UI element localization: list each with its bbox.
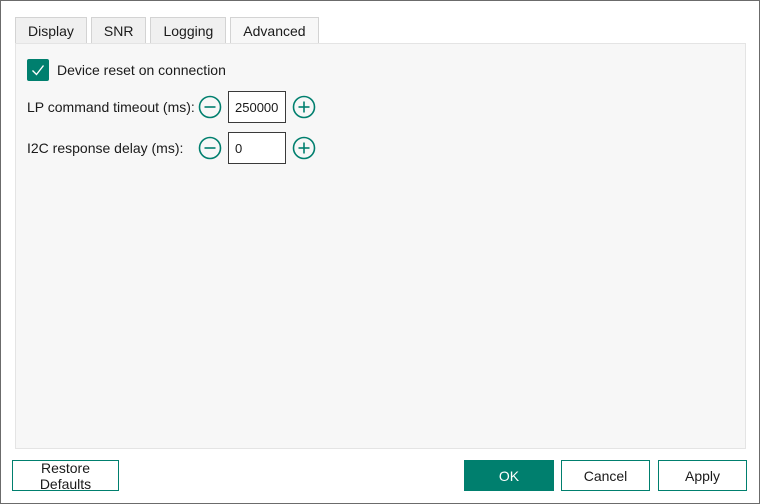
tab-display[interactable]: Display — [15, 17, 87, 43]
i2c-delay-row: I2C response delay (ms): — [27, 132, 316, 164]
lp-timeout-decrement-button[interactable] — [198, 95, 222, 119]
device-reset-row[interactable]: Device reset on connection — [27, 59, 226, 81]
tab-snr[interactable]: SNR — [90, 17, 147, 43]
minus-circle-icon — [198, 95, 222, 119]
restore-defaults-button[interactable]: Restore Defaults — [12, 460, 119, 492]
tab-bar: Display SNR Logging Advanced — [15, 17, 319, 44]
plus-circle-icon — [292, 95, 316, 119]
tab-advanced[interactable]: Advanced — [230, 17, 319, 44]
i2c-delay-stepper — [198, 132, 316, 164]
settings-dialog: Display SNR Logging Advanced Device rese… — [0, 0, 760, 504]
advanced-panel: Device reset on connection LP command ti… — [15, 43, 746, 449]
i2c-delay-input[interactable] — [228, 132, 286, 164]
i2c-delay-increment-button[interactable] — [292, 136, 316, 160]
check-icon — [32, 65, 45, 76]
apply-button[interactable]: Apply — [658, 460, 747, 491]
i2c-delay-decrement-button[interactable] — [198, 136, 222, 160]
cancel-button[interactable]: Cancel — [561, 460, 650, 491]
device-reset-checkbox[interactable] — [27, 59, 49, 81]
plus-circle-icon — [292, 136, 316, 160]
lp-timeout-row: LP command timeout (ms): — [27, 91, 316, 123]
i2c-delay-label: I2C response delay (ms): — [27, 140, 184, 156]
lp-timeout-input[interactable] — [228, 91, 286, 123]
ok-button[interactable]: OK — [464, 460, 554, 491]
lp-timeout-label: LP command timeout (ms): — [27, 99, 195, 115]
device-reset-label: Device reset on connection — [57, 62, 226, 78]
tab-logging[interactable]: Logging — [150, 17, 227, 43]
lp-timeout-stepper — [198, 91, 316, 123]
lp-timeout-increment-button[interactable] — [292, 95, 316, 119]
minus-circle-icon — [198, 136, 222, 160]
